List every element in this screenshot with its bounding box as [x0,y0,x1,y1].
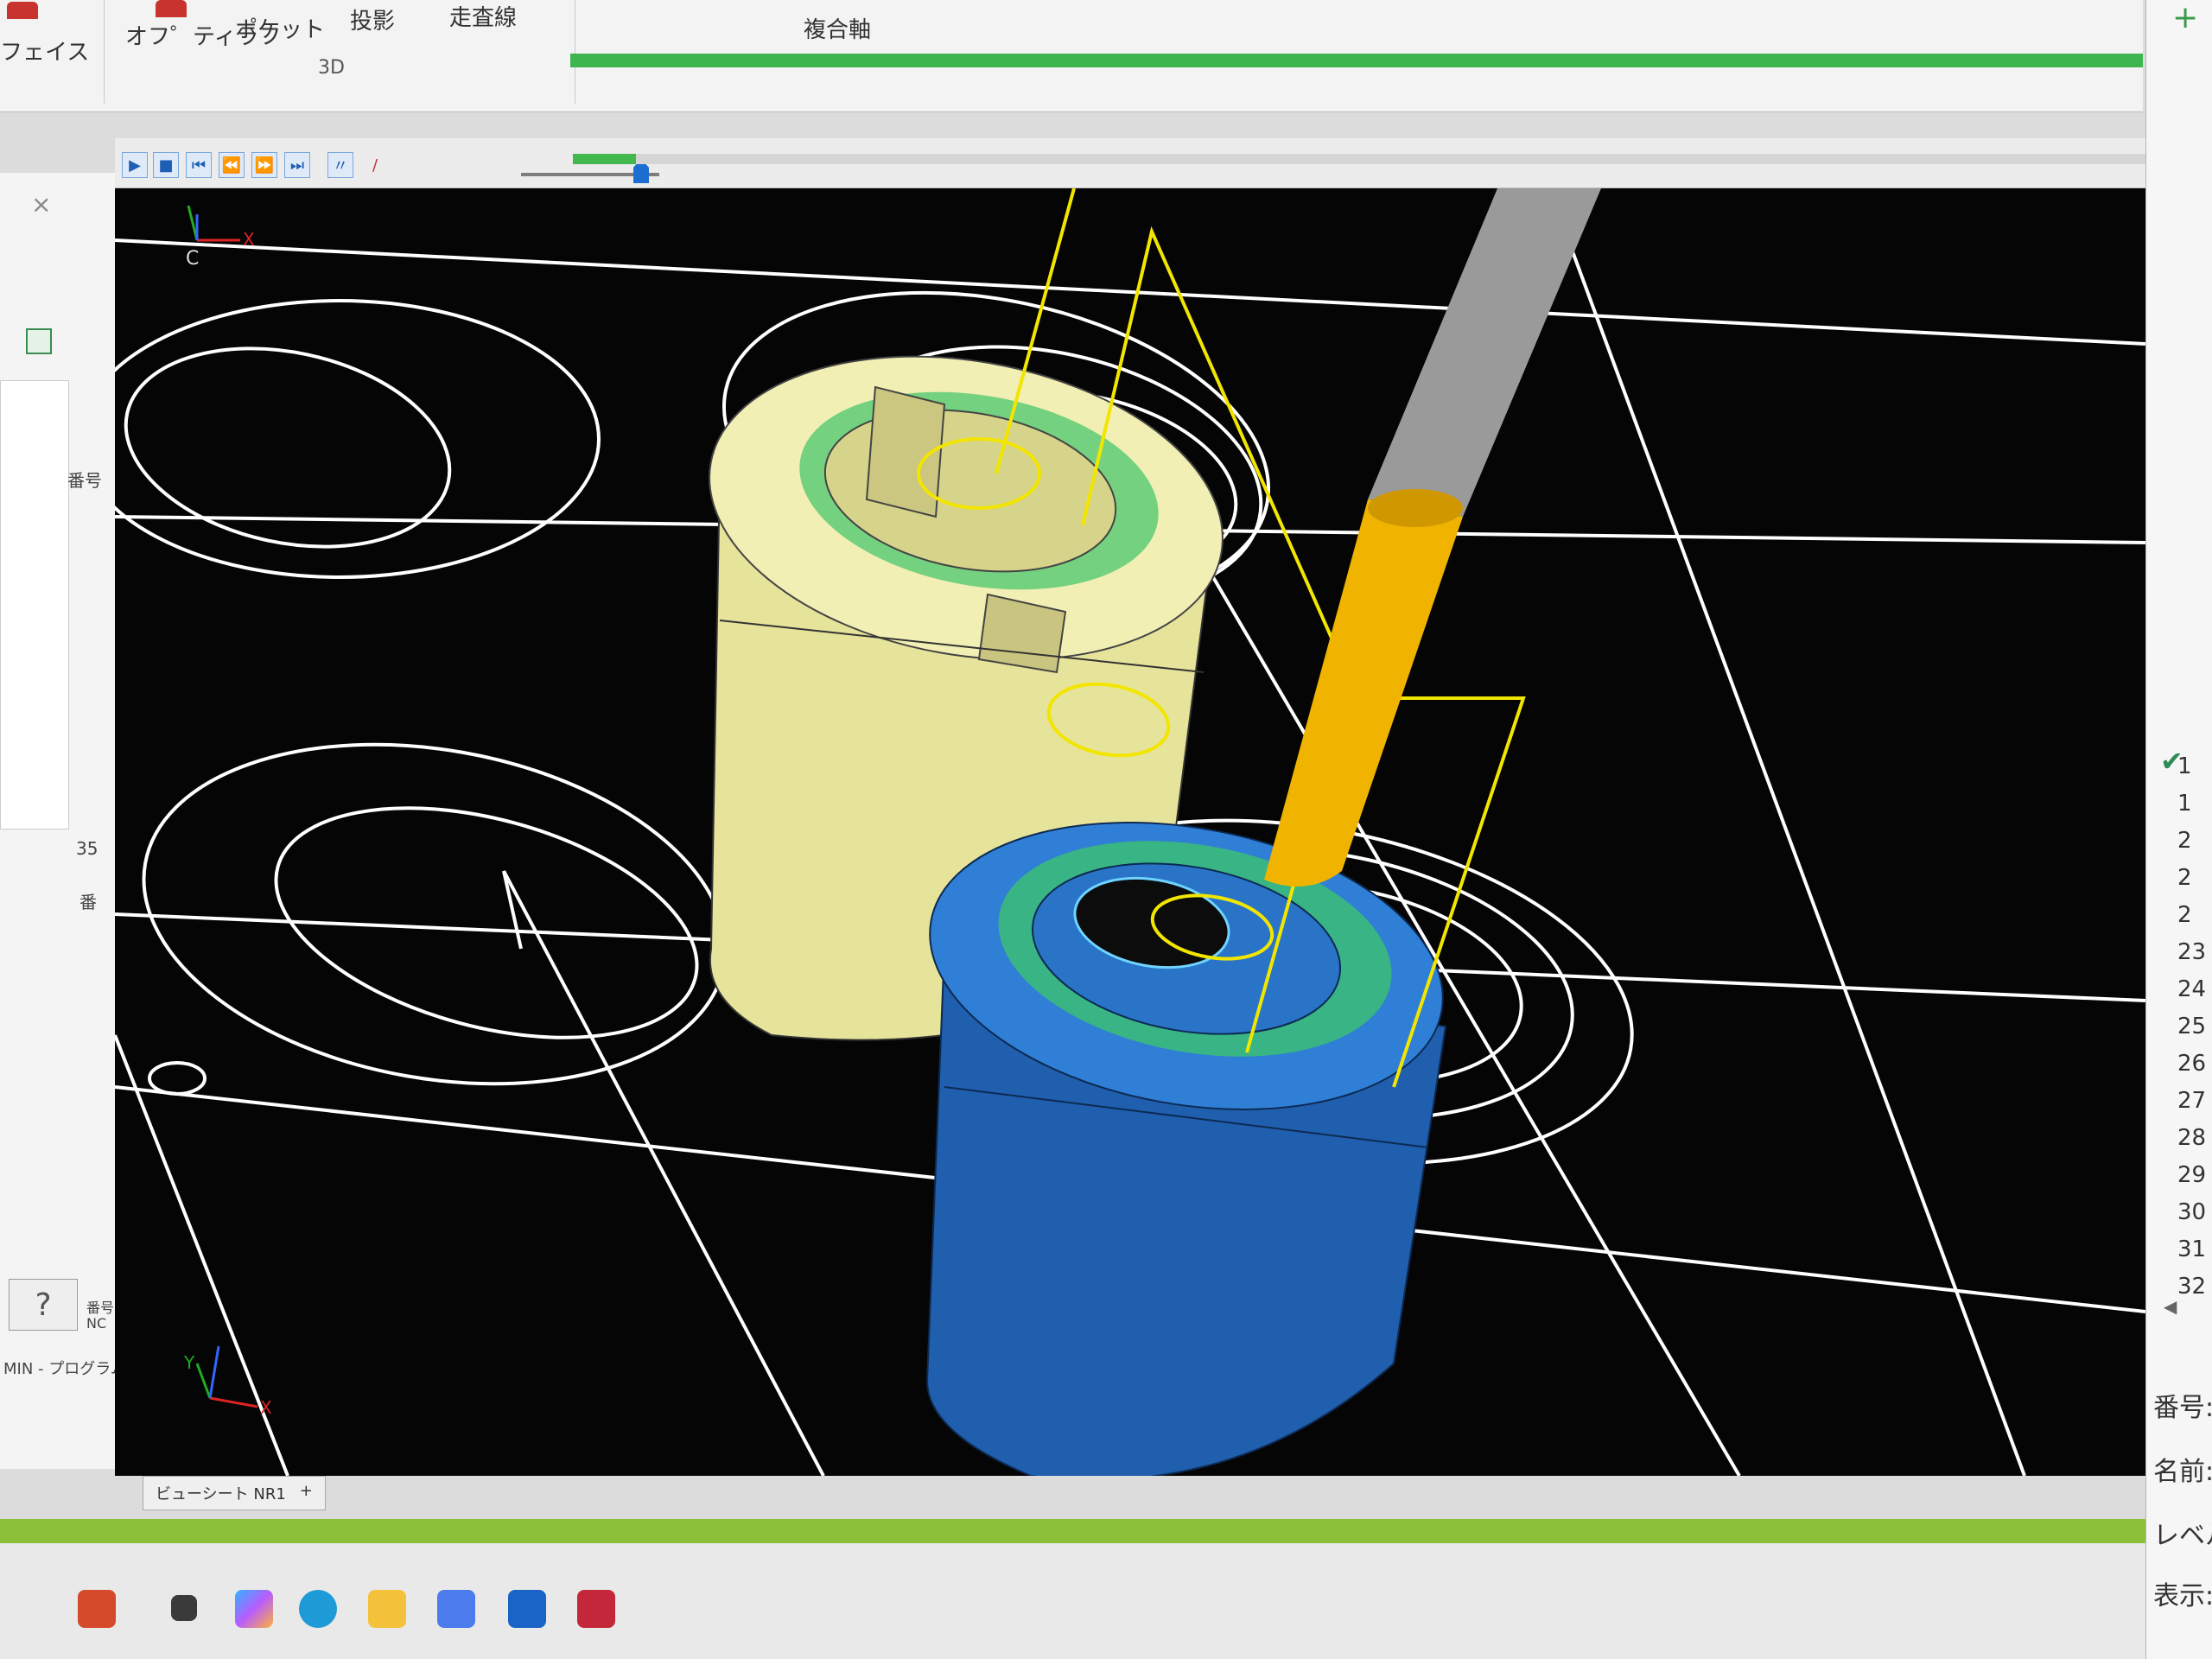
add-icon[interactable]: + [2172,0,2198,35]
field-label-levelset: レベルセット [2153,1521,2212,1551]
skip-start-icon: ⏮ [191,156,207,175]
ribbon-projection-button[interactable]: 投影 [350,3,395,35]
list-item-number[interactable]: 1 [2177,791,2192,817]
list-item-number[interactable]: 2 [2177,828,2192,854]
view-sheet-tab[interactable]: ビューシート NR1 + [143,1476,326,1510]
add-sheet-button[interactable]: + [300,1482,313,1504]
simulation-progress[interactable] [573,138,2145,187]
viewport-scene: X C X Y [115,188,2145,1476]
task-view-icon[interactable] [171,1595,197,1621]
axis-x-label: X [243,229,255,250]
panel-label-35: 35 [76,838,99,859]
cam-3d-viewport[interactable]: X C X Y [115,188,2145,1476]
field-label-display: 表示: [2153,1581,2212,1611]
left-panel: × 番号 35 番 ? 番号 NC MIN - プログラム名 [0,173,142,1469]
save-icon[interactable] [26,328,52,354]
field-label-number: 番号: [2153,1393,2212,1423]
outlook-icon[interactable] [508,1590,546,1628]
pen-icon: / [372,156,378,175]
optiraf-icon [156,0,187,17]
ribbon-face-button[interactable]: フェイス [0,35,89,67]
copilot-icon[interactable] [235,1590,273,1628]
skip-start-button[interactable]: ⏮ [186,152,212,178]
list-item-number[interactable]: 23 [2177,939,2206,965]
step-back-icon: ⏪ [221,156,242,175]
help-icon: ? [35,1287,52,1323]
list-item-number[interactable]: 1 [2177,753,2192,779]
app-logo-icon[interactable] [78,1590,116,1628]
ribbon-multiaxis-button[interactable]: 複合軸 [804,12,871,44]
list-item-number[interactable]: 26 [2177,1051,2206,1077]
panel-label-ban: 番 [79,892,97,912]
play-icon: ▶ [129,156,141,175]
axis-triad-bottom: X Y [183,1345,272,1418]
list-item-number[interactable]: 28 [2177,1125,2206,1151]
list-item-number[interactable]: 2 [2177,902,2192,928]
view-sheet-label[interactable]: ビューシート NR1 [156,1482,286,1504]
axis-y-label-bottom: Y [183,1352,195,1373]
stock-part-model [925,822,1447,1476]
toolpath-icon: 〃 [333,157,348,175]
simulation-toolbar: ▶ ■ ⏮ ⏪ ⏩ ⏭ 〃 / [115,138,2145,188]
axis-c-label: C [186,248,199,270]
cam-app-icon[interactable] [577,1590,615,1628]
pen-button[interactable]: / [362,152,388,178]
list-item-number[interactable]: 32 [2177,1274,2206,1300]
list-item-number[interactable]: 27 [2177,1088,2206,1114]
panel-label-nc: NC [86,1315,107,1332]
ribbon-group-label: 3D [318,57,345,79]
play-button[interactable]: ▶ [122,152,148,178]
cutting-tool-model [1264,188,1601,887]
axis-triad-top: X C [186,205,255,270]
progress-track [573,154,2145,164]
taskbar-surface [0,1543,2145,1659]
right-panel: + ✔ 1 1 2 2 2 23 24 25 26 27 28 29 30 31… [2145,0,2212,1659]
step-forward-button[interactable]: ⏩ [251,152,277,178]
stop-icon: ■ [158,156,174,175]
list-item-number[interactable]: 25 [2177,1014,2206,1039]
panel-list[interactable] [0,380,69,830]
ribbon-separator [104,0,105,104]
list-item-number[interactable]: 30 [2177,1199,2206,1225]
list-item-number[interactable]: 24 [2177,976,2206,1002]
panel-label-number: 番号 [67,470,102,491]
list-item-number[interactable]: 29 [2177,1162,2206,1188]
edge-icon[interactable] [299,1590,337,1628]
stop-button[interactable]: ■ [153,152,179,178]
field-label-name: 名前: [2153,1457,2212,1487]
help-button[interactable]: ? [9,1279,78,1331]
scroll-left-icon[interactable]: ◀ [2164,1296,2177,1317]
step-back-button[interactable]: ⏪ [219,152,245,178]
step-forward-icon: ⏩ [254,156,275,175]
face-icon [7,2,38,19]
toolpath-button[interactable]: 〃 [327,152,353,178]
ribbon-scanline-button[interactable]: 走査線 [449,0,517,32]
ribbon-accent-bar [570,54,2143,67]
progress-fill [573,154,636,164]
store-icon[interactable] [437,1590,475,1628]
ribbon: フェイス オフ゜ティラフ ポケット 投影 走査線 3D 複合軸 [0,0,2143,112]
folder-icon[interactable] [368,1590,406,1628]
panel-label-number-2: 番号 [86,1300,115,1316]
ribbon-pocket-button[interactable]: ポケット [235,12,325,44]
list-item-number[interactable]: 31 [2177,1236,2206,1262]
taskbar [0,1519,2145,1659]
axis-x-label-bottom: X [260,1397,272,1418]
panel-close-icon[interactable]: × [31,190,51,219]
list-item-number[interactable]: 2 [2177,865,2192,891]
skip-end-icon: ⏭ [289,156,305,175]
skip-end-button[interactable]: ⏭ [284,152,310,178]
